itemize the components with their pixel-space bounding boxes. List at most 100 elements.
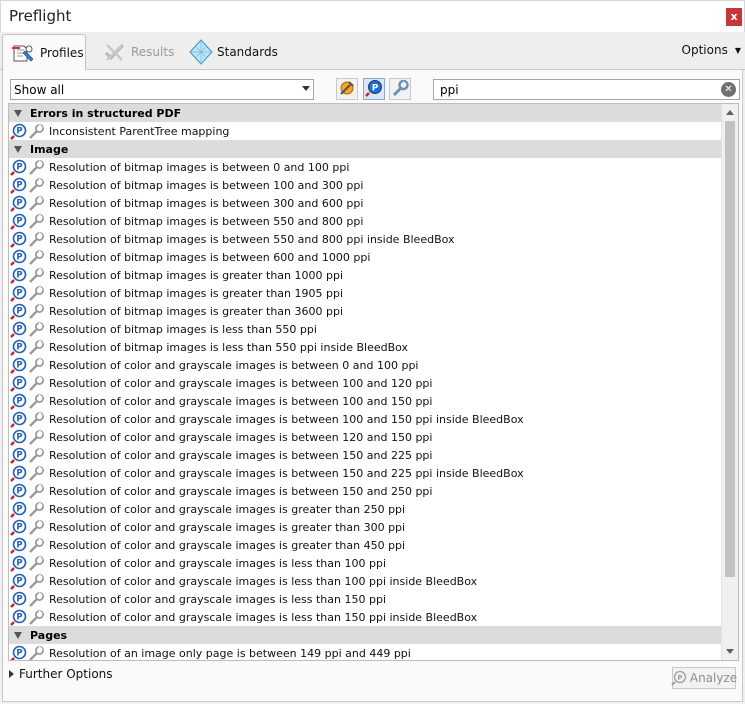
tab-results[interactable]: Results: [94, 34, 174, 70]
svg-text:P: P: [16, 252, 22, 262]
svg-text:P: P: [16, 504, 22, 514]
list-item-label: Resolution of color and grayscale images…: [49, 394, 433, 408]
check-icon: P: [9, 230, 28, 248]
tab-standards[interactable]: Standards: [180, 34, 278, 70]
check-icon: P: [9, 428, 28, 446]
list-item-label: Resolution of color and grayscale images…: [49, 592, 387, 606]
list-item[interactable]: P Resolution of bitmap images is between …: [9, 176, 721, 194]
list-item[interactable]: P Resolution of bitmap images is between …: [9, 248, 721, 266]
clear-search-icon[interactable]: ✕: [721, 82, 736, 97]
filter-dropdown[interactable]: Show all: [10, 79, 314, 100]
group-header[interactable]: Pages: [9, 626, 721, 644]
list-item[interactable]: P Resolution of color and grayscale image…: [9, 608, 721, 626]
chevron-right-icon: [9, 670, 14, 678]
list-item[interactable]: P Resolution of color and grayscale image…: [9, 500, 721, 518]
svg-text:P: P: [16, 468, 22, 478]
check-icon: P: [9, 248, 28, 266]
list-item[interactable]: P Resolution of color and grayscale image…: [9, 572, 721, 590]
fixup-wrench-icon: [28, 356, 49, 374]
vertical-scrollbar[interactable]: [721, 104, 738, 660]
list-item[interactable]: P Resolution of bitmap images is greater …: [9, 266, 721, 284]
check-icon: P: [9, 464, 28, 482]
options-menu[interactable]: Options ▼: [682, 43, 741, 57]
fixup-wrench-icon: [28, 266, 49, 284]
svg-text:P: P: [16, 360, 22, 370]
group-header-label: Image: [30, 142, 69, 156]
fixups-icon: [338, 79, 356, 100]
collapse-triangle-icon[interactable]: [14, 631, 22, 639]
analyze-button[interactable]: P Analyze: [671, 667, 738, 689]
list-item[interactable]: P Resolution of bitmap images is less tha…: [9, 320, 721, 338]
scroll-down-icon[interactable]: [726, 649, 734, 654]
fixup-wrench-icon: [28, 320, 49, 338]
list-item[interactable]: P Inconsistent ParentTree mapping: [9, 122, 721, 140]
check-icon: P: [9, 644, 28, 660]
show-checks-button[interactable]: P: [363, 78, 385, 100]
check-icon: P: [9, 374, 28, 392]
fixup-wrench-icon: [28, 500, 49, 518]
list-item[interactable]: P Resolution of an image only page is bet…: [9, 644, 721, 660]
tab-profiles[interactable]: Profiles: [2, 34, 86, 71]
fixup-wrench-icon: [28, 212, 49, 230]
list-item[interactable]: P Resolution of color and grayscale image…: [9, 392, 721, 410]
list-item[interactable]: P Resolution of bitmap images is between …: [9, 230, 721, 248]
check-icon: P: [9, 284, 28, 302]
list-item-label: Resolution of bitmap images is between 3…: [49, 196, 364, 210]
check-icon: P: [9, 554, 28, 572]
list-item[interactable]: P Resolution of bitmap images is greater …: [9, 302, 721, 320]
svg-text:P: P: [16, 378, 22, 388]
list-item[interactable]: P Resolution of color and grayscale image…: [9, 464, 721, 482]
group-header[interactable]: Image: [9, 140, 721, 158]
list-item-label: Resolution of bitmap images is between 5…: [49, 214, 364, 228]
group-header[interactable]: Errors in structured PDF: [9, 104, 721, 122]
svg-text:P: P: [16, 450, 22, 460]
standards-icon: [188, 39, 214, 65]
list-item[interactable]: P Resolution of bitmap images is between …: [9, 194, 721, 212]
close-button[interactable]: x: [726, 8, 742, 26]
fixup-wrench-icon: [28, 518, 49, 536]
show-fixups-button[interactable]: [336, 78, 358, 100]
analyze-icon: P: [671, 670, 687, 686]
list-item[interactable]: P Resolution of color and grayscale image…: [9, 410, 721, 428]
list-item-label: Resolution of color and grayscale images…: [49, 412, 524, 426]
collapse-triangle-icon[interactable]: [14, 109, 22, 117]
list-item[interactable]: P Resolution of color and grayscale image…: [9, 374, 721, 392]
analyze-label: Analyze: [689, 671, 738, 685]
list-item[interactable]: P Resolution of color and grayscale image…: [9, 482, 721, 500]
check-icon: P: [9, 572, 28, 590]
profiles-list: Errors in structured PDF P Inconsistent Pa…: [8, 103, 739, 661]
svg-text:P: P: [16, 234, 22, 244]
list-item[interactable]: P Resolution of bitmap images is greater …: [9, 284, 721, 302]
list-item[interactable]: P Resolution of color and grayscale image…: [9, 536, 721, 554]
scrollbar-thumb[interactable]: [725, 121, 735, 577]
svg-text:P: P: [16, 162, 22, 172]
scroll-up-icon[interactable]: [726, 110, 734, 115]
svg-text:P: P: [16, 558, 22, 568]
svg-text:P: P: [372, 83, 379, 93]
search-input[interactable]: ppi ✕: [433, 79, 740, 100]
check-icon: P: [9, 212, 28, 230]
list-item[interactable]: P Resolution of bitmap images is less tha…: [9, 338, 721, 356]
list-item[interactable]: P Resolution of bitmap images is between …: [9, 212, 721, 230]
list-item[interactable]: P Resolution of color and grayscale image…: [9, 554, 721, 572]
profiles-icon: [11, 40, 37, 66]
show-fixups-only-button[interactable]: [389, 78, 411, 100]
list-item[interactable]: P Resolution of color and grayscale image…: [9, 446, 721, 464]
list-item[interactable]: P Resolution of color and grayscale image…: [9, 518, 721, 536]
fixup-wrench-icon: [28, 338, 49, 356]
list-item-label: Resolution of color and grayscale images…: [49, 538, 406, 552]
further-options-toggle[interactable]: Further Options: [9, 667, 113, 681]
svg-text:P: P: [16, 540, 22, 550]
list-item[interactable]: P Resolution of color and grayscale image…: [9, 356, 721, 374]
svg-text:P: P: [16, 216, 22, 226]
fixup-wrench-icon: [28, 122, 49, 140]
tab-bar: Profiles Results Standards Options ▼: [0, 32, 745, 71]
fixup-wrench-icon: [28, 572, 49, 590]
collapse-triangle-icon[interactable]: [14, 145, 22, 153]
list-item[interactable]: P Resolution of color and grayscale image…: [9, 590, 721, 608]
list-item[interactable]: P Resolution of bitmap images is between …: [9, 158, 721, 176]
list-item[interactable]: P Resolution of color and grayscale image…: [9, 428, 721, 446]
check-icon: P: [9, 158, 28, 176]
wrench-icon: [391, 79, 409, 100]
svg-text:P: P: [16, 594, 22, 604]
